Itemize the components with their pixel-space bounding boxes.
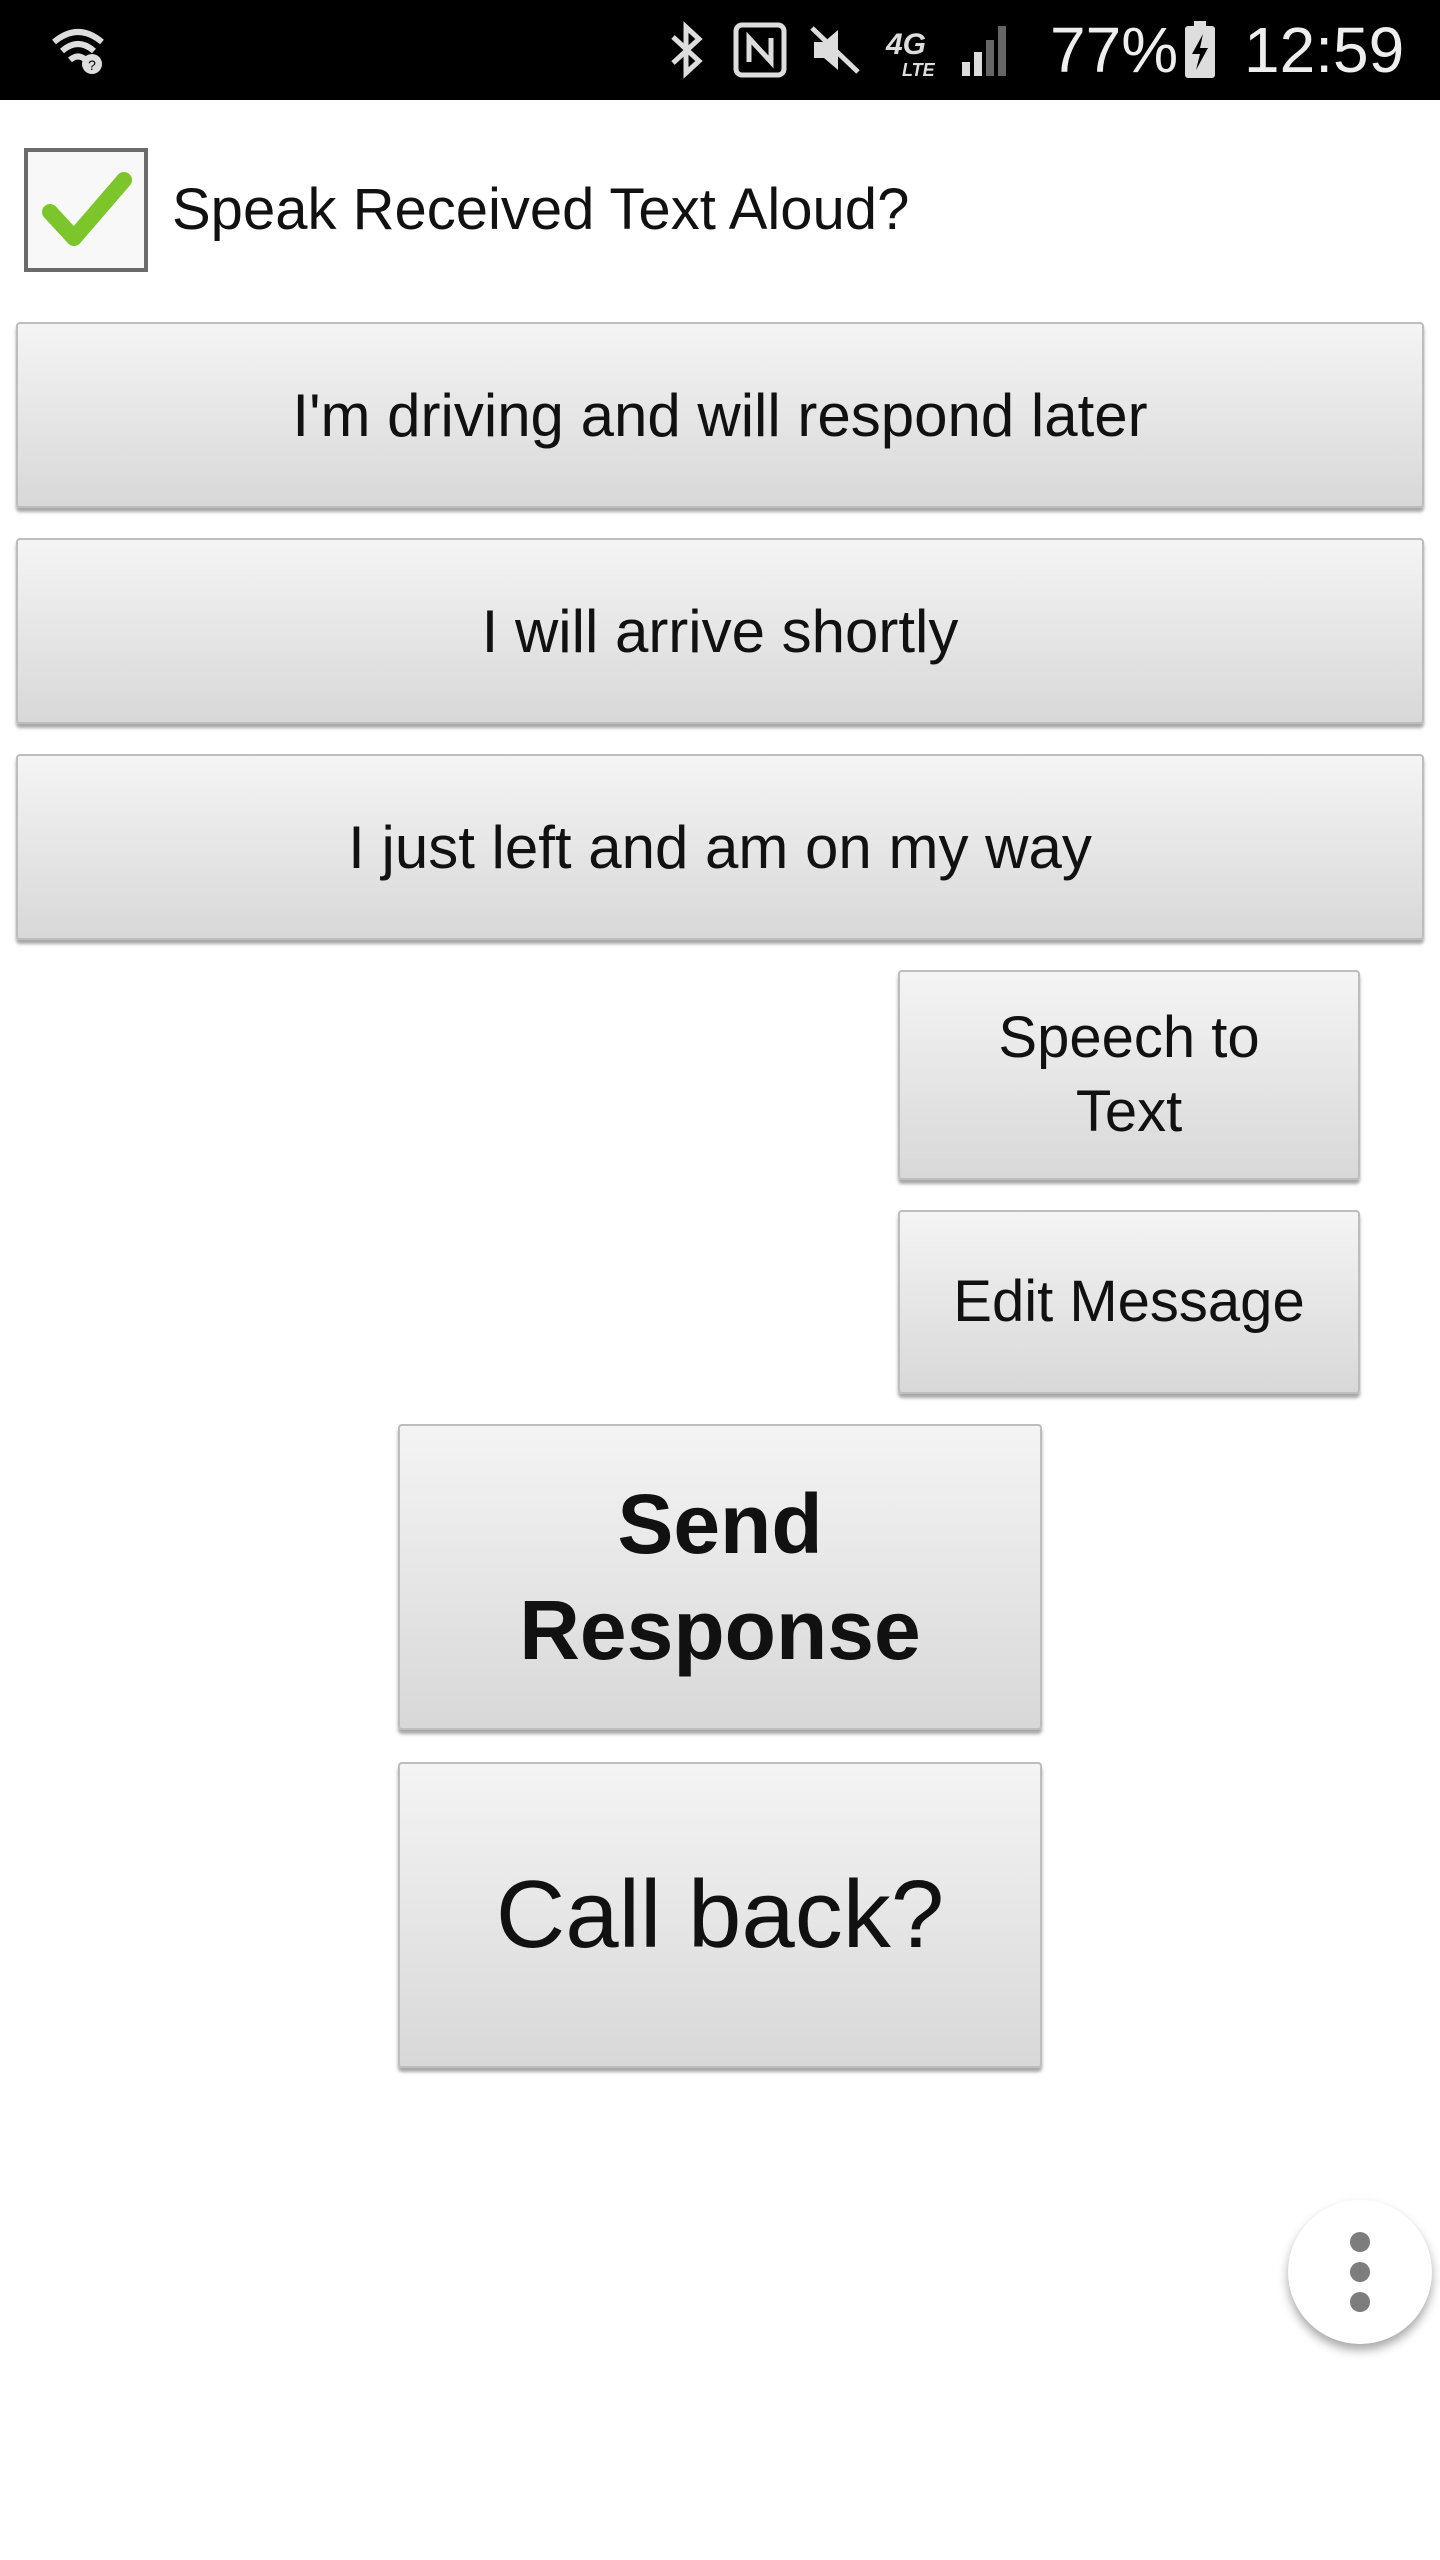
- status-bar: ? 4G LTE 77% 12:59: [0, 0, 1440, 100]
- overflow-menu-button[interactable]: [1288, 2200, 1432, 2344]
- battery-percent: 77%: [1050, 14, 1179, 86]
- svg-text:?: ?: [88, 57, 96, 73]
- button-label-line1: Send: [617, 1477, 823, 1571]
- button-label: I just left and am on my way: [348, 813, 1092, 881]
- more-vert-icon-dot: [1350, 2292, 1370, 2312]
- speech-to-text-button[interactable]: Speech to Text: [898, 970, 1360, 1180]
- quick-reply-left-button[interactable]: I just left and am on my way: [16, 754, 1424, 940]
- mute-icon: [802, 18, 868, 82]
- call-back-button[interactable]: Call back?: [398, 1762, 1042, 2068]
- edit-message-button[interactable]: Edit Message: [898, 1210, 1360, 1394]
- button-label-line2: Response: [519, 1583, 921, 1677]
- checkmark-icon: [42, 172, 132, 246]
- quick-reply-driving-button[interactable]: I'm driving and will respond later: [16, 322, 1424, 508]
- button-label: Call back?: [495, 1861, 945, 1968]
- nfc-icon: [730, 18, 790, 82]
- more-vert-icon: [1350, 2232, 1370, 2252]
- button-label-line1: Speech to: [998, 1005, 1260, 1070]
- 4g-lte-icon: 4G LTE: [884, 18, 948, 82]
- button-label: I'm driving and will respond later: [292, 381, 1148, 449]
- button-label: Edit Message: [953, 1269, 1305, 1334]
- button-label-line2: Text: [1075, 1079, 1183, 1144]
- button-label: I will arrive shortly: [481, 597, 959, 665]
- send-response-button[interactable]: Send Response: [398, 1424, 1042, 1730]
- svg-text:LTE: LTE: [902, 60, 936, 80]
- more-vert-icon-dot: [1350, 2262, 1370, 2282]
- signal-icon: [958, 18, 1016, 82]
- speak-aloud-label: Speak Received Text Aloud?: [172, 177, 910, 242]
- battery-charging-icon: [1180, 18, 1220, 82]
- speak-aloud-checkbox[interactable]: [24, 148, 148, 272]
- clock: 12:59: [1244, 14, 1405, 86]
- wifi-calling-icon: ?: [44, 18, 112, 82]
- bluetooth-icon: [664, 18, 710, 82]
- svg-text:4G: 4G: [885, 28, 926, 61]
- quick-reply-arrive-button[interactable]: I will arrive shortly: [16, 538, 1424, 724]
